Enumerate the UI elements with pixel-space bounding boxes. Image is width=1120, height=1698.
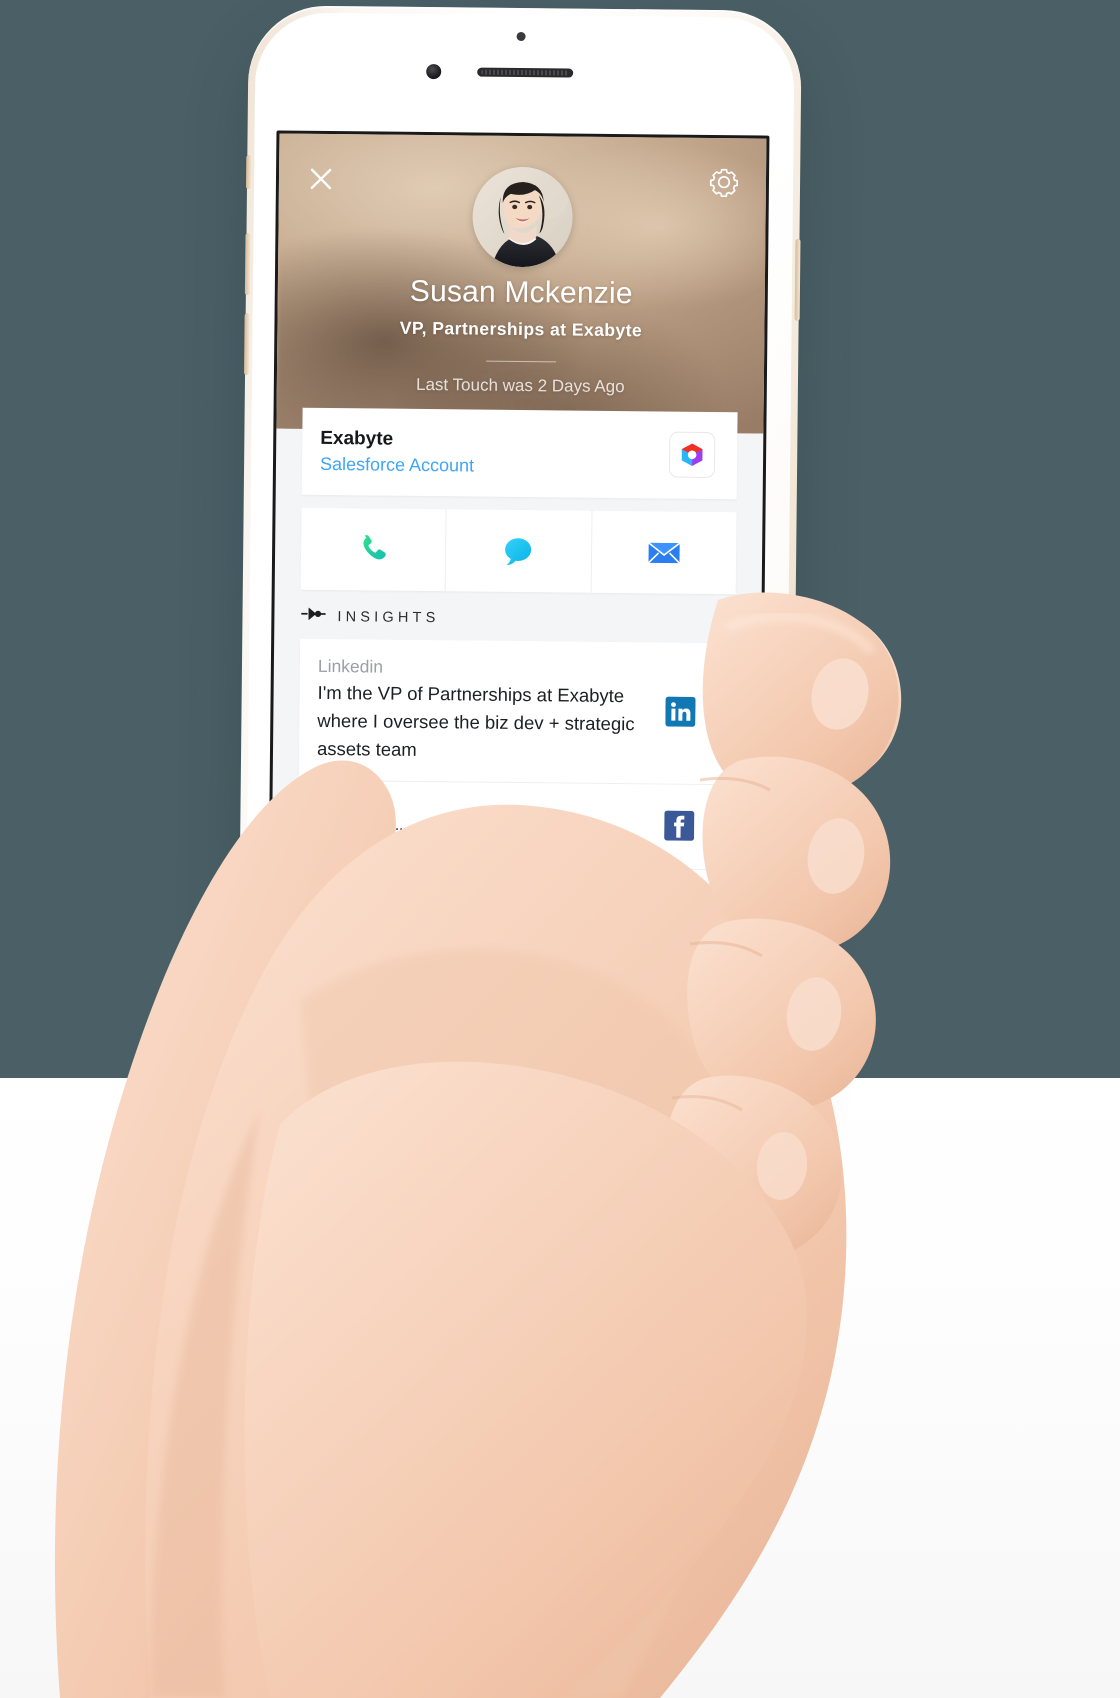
volume-up-button[interactable]: [244, 233, 251, 296]
insight-text-group: Linkedin I'm the VP of Partnerships at E…: [317, 653, 666, 767]
mute-switch[interactable]: [245, 155, 252, 190]
insight-source: Twitter: [315, 882, 368, 904]
account-card[interactable]: Exabyte Salesforce Account: [301, 407, 738, 500]
chevron-right-icon: [709, 703, 720, 721]
salesforce-app-icon[interactable]: [668, 431, 716, 479]
message-button[interactable]: [445, 509, 592, 593]
gear-icon[interactable]: [708, 166, 740, 198]
power-button[interactable]: [794, 238, 801, 321]
insights-list: Linkedin I'm the VP of Partnerships at E…: [296, 638, 736, 990]
twitter-icon[interactable]: [663, 896, 693, 926]
front-camera: [426, 63, 442, 80]
list-item[interactable]: Facebook View Profile: [297, 779, 734, 870]
insight-source: Linkedin: [317, 655, 384, 677]
divider: [485, 360, 556, 363]
desk-surface: [0, 1078, 1120, 1698]
chevron-down-icon: [297, 955, 732, 978]
insight-body: I'm the VP of Partnerships at Exabyte wh…: [316, 682, 635, 761]
facebook-icon[interactable]: [664, 810, 695, 841]
insight-source: Facebook: [316, 797, 394, 819]
quick-actions-row: [300, 507, 737, 595]
insights-node-icon: [300, 606, 326, 627]
close-icon[interactable]: [306, 164, 336, 194]
account-link-label[interactable]: Salesforce Account: [320, 452, 474, 479]
avatar: [471, 166, 573, 268]
account-card-text: Exabyte Salesforce Account: [320, 426, 475, 478]
volume-down-button[interactable]: [244, 313, 250, 376]
last-touch-text: Last Touch was 2 Days Ago: [415, 374, 625, 397]
earpiece-speaker: [476, 67, 573, 78]
insights-header: INSIGHTS: [300, 606, 440, 628]
app-screen: Susan Mckenzie VP, Partnerships at Exaby…: [267, 130, 770, 993]
email-button[interactable]: [590, 510, 737, 595]
home-button[interactable]: [463, 1008, 565, 1110]
profile-hero: Susan Mckenzie VP, Partnerships at Exaby…: [276, 133, 767, 434]
call-button[interactable]: [301, 508, 446, 592]
chevron-right-icon: [707, 902, 718, 920]
insight-text-group: Facebook View Profile: [316, 794, 665, 852]
linkedin-icon[interactable]: [665, 696, 696, 728]
account-company: Exabyte: [320, 427, 394, 450]
insights-label: INSIGHTS: [337, 608, 440, 626]
contact-name: Susan Mckenzie: [409, 274, 633, 311]
expand-all-fields-button[interactable]: Expand all Fields: [296, 922, 733, 978]
insight-body: View Profile: [316, 823, 414, 846]
expand-all-fields-label: Expand all Fields: [443, 932, 586, 955]
list-item[interactable]: Linkedin I'm the VP of Partnerships at E…: [299, 639, 735, 784]
chevron-right-icon: [708, 817, 719, 835]
proximity-sensor: [516, 31, 526, 42]
contact-title: VP, Partnerships at Exabyte: [399, 317, 643, 341]
